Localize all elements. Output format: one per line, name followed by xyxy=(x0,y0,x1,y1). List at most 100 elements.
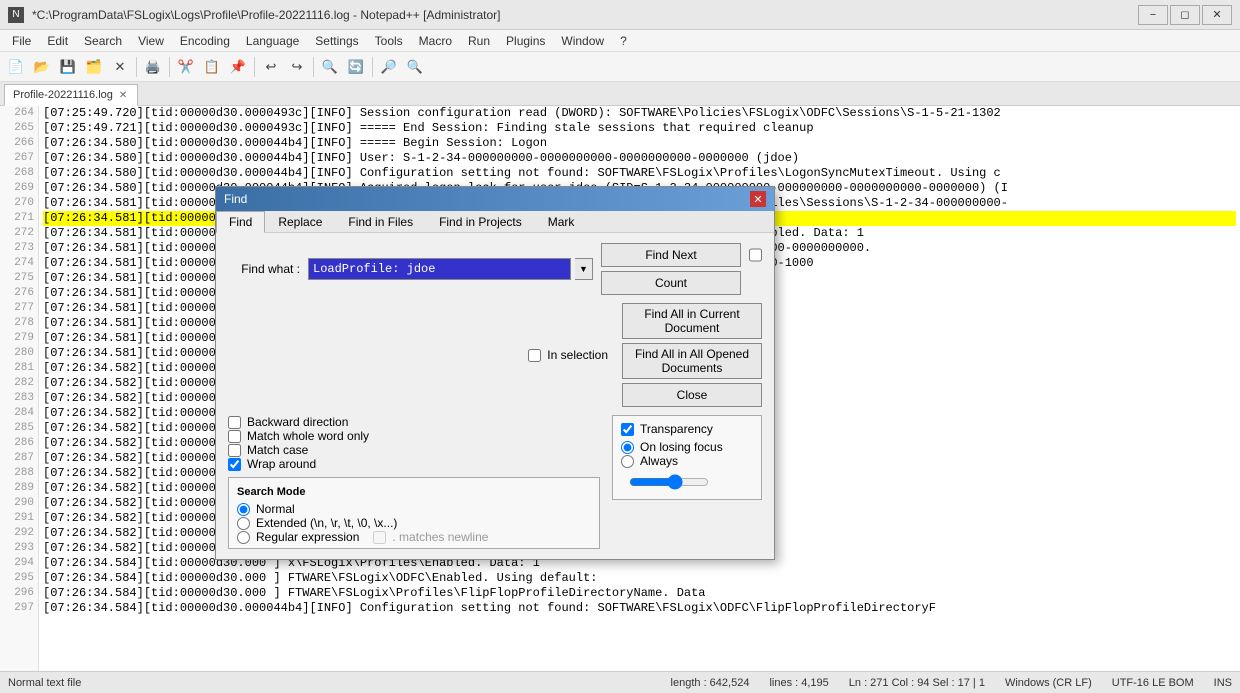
find-what-input[interactable] xyxy=(308,258,571,280)
zoom-in-button[interactable]: 🔎 xyxy=(377,55,401,79)
line-number-279: 279 xyxy=(4,331,34,346)
find-tab-mark[interactable]: Mark xyxy=(535,211,588,232)
editor: 2642652662672682692702712722732742752762… xyxy=(0,106,1240,671)
menu-item-file[interactable]: File xyxy=(4,30,39,52)
extended-radio[interactable] xyxy=(237,517,250,530)
statusbar-right: length : 642,524 lines : 4,195 Ln : 271 … xyxy=(671,677,1232,689)
find-options-area: Backward direction Match whole word only… xyxy=(228,415,762,549)
line-number-268: 268 xyxy=(4,166,34,181)
transparency-checkbox[interactable] xyxy=(621,423,634,436)
backward-direction-checkbox[interactable] xyxy=(228,416,241,429)
menu-item-plugins[interactable]: Plugins xyxy=(498,30,553,52)
redo-button[interactable]: ↪ xyxy=(285,55,309,79)
find-tab-find-in-files[interactable]: Find in Files xyxy=(335,211,426,232)
new-button[interactable]: 📄 xyxy=(4,55,28,79)
find-what-label: Find what : xyxy=(228,262,308,276)
normal-radio-row: Normal xyxy=(237,502,591,516)
transparency-slider[interactable] xyxy=(629,474,709,490)
tab-profile-log[interactable]: Profile-20221116.log ✕ xyxy=(4,84,138,106)
menu-item-language[interactable]: Language xyxy=(238,30,307,52)
always-radio[interactable] xyxy=(621,455,634,468)
menu-item-view[interactable]: View xyxy=(130,30,172,52)
tab-close-icon[interactable]: ✕ xyxy=(117,90,129,101)
menu-item-edit[interactable]: Edit xyxy=(39,30,76,52)
search-mode-section: Search Mode Normal Extended (\n, \r, \t,… xyxy=(228,477,600,549)
find-all-current-button[interactable]: Find All in CurrentDocument xyxy=(622,303,762,339)
menu-item-tools[interactable]: Tools xyxy=(367,30,411,52)
toolbar-separator-3 xyxy=(254,57,255,77)
backward-direction-label: Backward direction xyxy=(247,415,348,429)
line-number-294: 294 xyxy=(4,556,34,571)
menu-item-encoding[interactable]: Encoding xyxy=(172,30,238,52)
open-button[interactable]: 📂 xyxy=(30,55,54,79)
always-label: Always xyxy=(640,454,678,468)
find-what-row: Find what : ▼ Find Next Count xyxy=(228,243,762,295)
transparency-title: Transparency xyxy=(640,422,713,436)
find-checkbox[interactable] xyxy=(749,243,762,267)
find-dialog-close-button[interactable]: ✕ xyxy=(750,191,766,207)
regex-radio[interactable] xyxy=(237,531,250,544)
menu-item-run[interactable]: Run xyxy=(460,30,498,52)
close-all-button[interactable]: ✕ xyxy=(108,55,132,79)
insert-mode: INS xyxy=(1214,677,1232,689)
line-number-274: 274 xyxy=(4,256,34,271)
zoom-out-button[interactable]: 🔍 xyxy=(403,55,427,79)
in-selection-row: In selection Find All in CurrentDocument… xyxy=(316,303,762,407)
menu-item-search[interactable]: Search xyxy=(76,30,130,52)
line-number-281: 281 xyxy=(4,361,34,376)
wrap-around-checkbox[interactable] xyxy=(228,458,241,471)
line-number-293: 293 xyxy=(4,541,34,556)
line-number-280: 280 xyxy=(4,346,34,361)
find-what-dropdown[interactable]: ▼ xyxy=(575,258,593,280)
editor-line-297: [07:26:34.584][tid:00000d30.000044b4][IN… xyxy=(43,601,1236,616)
normal-radio[interactable] xyxy=(237,503,250,516)
save-all-button[interactable]: 🗂️ xyxy=(82,55,106,79)
titlebar-left: N *C:\ProgramData\FSLogix\Logs\Profile\P… xyxy=(8,7,500,23)
print-button[interactable]: 🖨️ xyxy=(141,55,165,79)
save-button[interactable]: 💾 xyxy=(56,55,80,79)
restore-button[interactable]: ◻ xyxy=(1170,5,1200,25)
copy-button[interactable]: 📋 xyxy=(200,55,224,79)
count-button[interactable]: Count xyxy=(601,271,741,295)
close-find-button[interactable]: Close xyxy=(622,383,762,407)
transparency-header: Transparency xyxy=(621,422,753,436)
transparency-box: Transparency On losing focus Always xyxy=(612,415,762,500)
extended-label: Extended (\n, \r, \t, \0, \x...) xyxy=(256,516,397,530)
line-number-291: 291 xyxy=(4,511,34,526)
line-number-287: 287 xyxy=(4,451,34,466)
paste-button[interactable]: 📌 xyxy=(226,55,250,79)
find-body: Find what : ▼ Find Next Count In selec xyxy=(216,233,774,559)
transparency-section: Transparency On losing focus Always xyxy=(612,415,762,549)
toolbar: 📄 📂 💾 🗂️ ✕ 🖨️ ✂️ 📋 📌 ↩ ↪ 🔍 🔄 🔎 🔍 xyxy=(0,52,1240,82)
close-button[interactable]: ✕ xyxy=(1202,5,1232,25)
menu-item-macro[interactable]: Macro xyxy=(411,30,460,52)
in-selection-label: In selection xyxy=(547,348,608,362)
match-case-row: Match case xyxy=(228,443,600,457)
find-next-button[interactable]: Find Next xyxy=(601,243,741,267)
find-tab-replace[interactable]: Replace xyxy=(265,211,335,232)
on-losing-focus-radio[interactable] xyxy=(621,441,634,454)
find-replace-button[interactable]: 🔄 xyxy=(344,55,368,79)
minimize-button[interactable]: − xyxy=(1138,5,1168,25)
line-endings: Windows (CR LF) xyxy=(1005,677,1092,689)
on-losing-focus-label: On losing focus xyxy=(640,440,723,454)
in-selection-checkbox[interactable] xyxy=(528,349,541,362)
menu-item-?[interactable]: ? xyxy=(612,30,635,52)
find-tab-find[interactable]: Find xyxy=(216,211,265,233)
undo-button[interactable]: ↩ xyxy=(259,55,283,79)
match-whole-word-row: Match whole word only xyxy=(228,429,600,443)
match-whole-word-checkbox[interactable] xyxy=(228,430,241,443)
wrap-around-label: Wrap around xyxy=(247,457,316,471)
menu-item-settings[interactable]: Settings xyxy=(307,30,366,52)
line-number-285: 285 xyxy=(4,421,34,436)
find-button[interactable]: 🔍 xyxy=(318,55,342,79)
menu-item-window[interactable]: Window xyxy=(553,30,612,52)
line-number-278: 278 xyxy=(4,316,34,331)
line-number-269: 269 xyxy=(4,181,34,196)
match-case-checkbox[interactable] xyxy=(228,444,241,457)
always-row: Always xyxy=(621,454,753,468)
find-tab-find-in-projects[interactable]: Find in Projects xyxy=(426,211,535,232)
cut-button[interactable]: ✂️ xyxy=(174,55,198,79)
find-all-opened-button[interactable]: Find All in All OpenedDocuments xyxy=(622,343,762,379)
tab-label: Profile-20221116.log xyxy=(13,89,113,101)
